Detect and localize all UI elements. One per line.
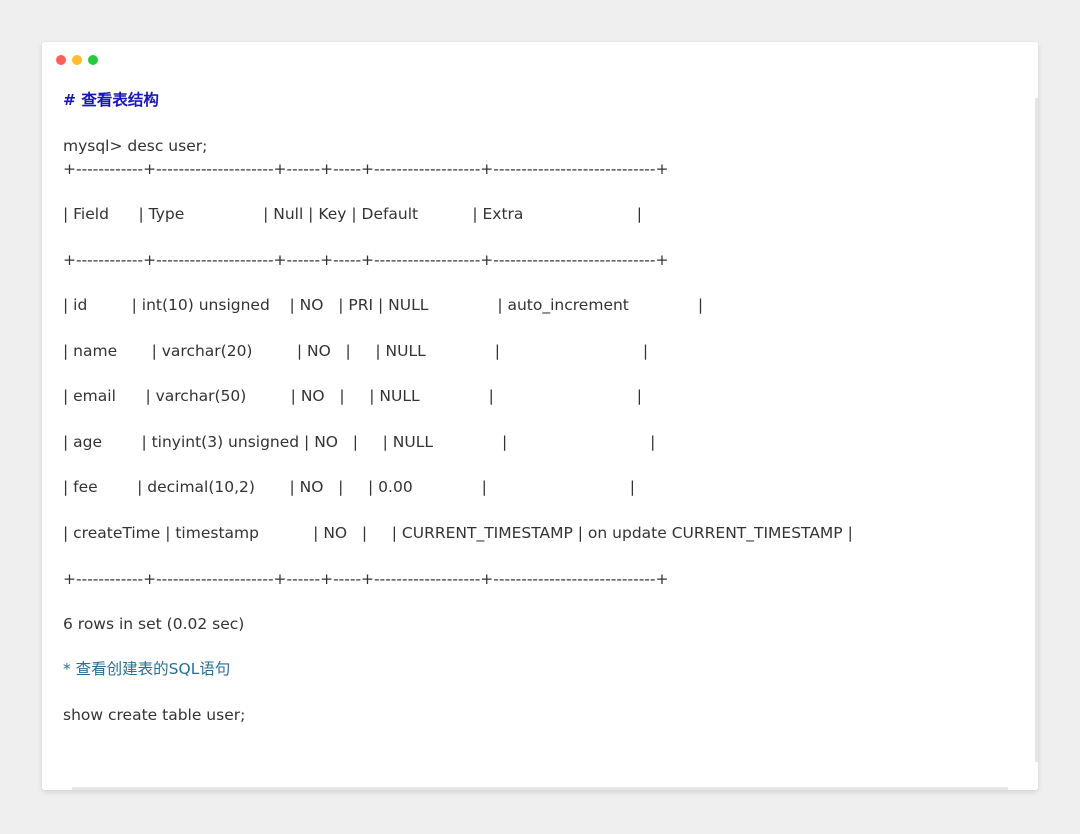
table-row: | name | varchar(20) | NO | | NULL | | xyxy=(63,342,649,360)
close-dot-icon[interactable] xyxy=(56,55,66,65)
table-row: | id | int(10) unsigned | NO | PRI | NUL… xyxy=(63,296,704,314)
query-result-line: 6 rows in set (0.02 sec) xyxy=(63,615,245,633)
minimize-dot-icon[interactable] xyxy=(72,55,82,65)
vertical-scroll-edge[interactable] xyxy=(1035,98,1038,762)
table-header-row: | Field | Type | Null | Key | Default | … xyxy=(63,205,642,223)
sql-comment-line: * 查看创建表的SQL语句 xyxy=(63,660,231,678)
table-row: | fee | decimal(10,2) | NO | | 0.00 | | xyxy=(63,478,635,496)
table-border-top: +------------+---------------------+----… xyxy=(63,160,669,178)
sql-statement-line: show create table user; xyxy=(63,706,246,724)
table-row: | age | tinyint(3) unsigned | NO | | NUL… xyxy=(63,433,656,451)
table-row: | createTime | timestamp | NO | | CURREN… xyxy=(63,524,853,542)
code-heading-comment: # 查看表结构 xyxy=(63,91,159,109)
window-controls xyxy=(56,55,98,65)
table-border-mid: +------------+---------------------+----… xyxy=(63,251,669,269)
horizontal-scroll-edge[interactable] xyxy=(72,787,1008,790)
code-window: # 查看表结构 mysql> desc user; +------------+… xyxy=(42,42,1038,790)
table-border-bottom: +------------+---------------------+----… xyxy=(63,570,669,588)
mysql-prompt-line: mysql> desc user; xyxy=(63,137,208,155)
table-row: | email | varchar(50) | NO | | NULL | | xyxy=(63,387,642,405)
maximize-dot-icon[interactable] xyxy=(88,55,98,65)
